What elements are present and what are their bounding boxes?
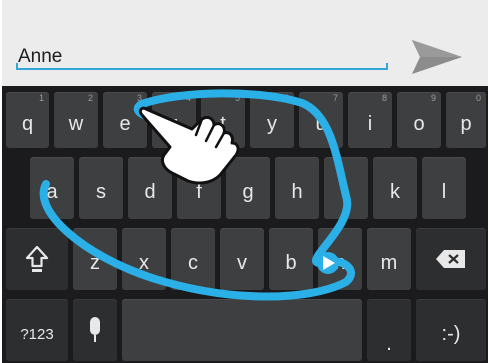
key-label: h — [291, 180, 303, 203]
key-hint: 5 — [234, 93, 240, 103]
key-label: o — [413, 112, 425, 135]
key-f[interactable]: f — [177, 157, 221, 219]
key-label: c — [188, 251, 198, 274]
key-o[interactable]: 9o — [397, 92, 441, 148]
space-bar[interactable] — [122, 299, 362, 361]
voice-input-key[interactable] — [73, 299, 117, 361]
key-label: i — [367, 112, 373, 135]
input-underline-tick-left — [16, 63, 18, 70]
key-label: w — [68, 112, 84, 135]
key-w[interactable]: 2w — [54, 92, 98, 148]
key-q[interactable]: 1q — [6, 92, 49, 148]
key-l[interactable]: l — [422, 157, 466, 219]
key-v[interactable]: v — [220, 228, 264, 290]
key-b[interactable]: b — [269, 228, 313, 290]
key-y[interactable]: 6y — [250, 92, 294, 148]
input-underline — [16, 68, 388, 70]
symbols-key-label: ?123 — [20, 325, 54, 343]
message-text: Anne — [18, 46, 63, 67]
key-d[interactable]: d — [128, 157, 172, 219]
key-s[interactable]: s — [79, 157, 123, 219]
smiley-key-label: :-) — [441, 322, 461, 345]
screen: Anne 1q 2w 3e 4r 5t 6y 7u 8i 9o 0p a s d… — [2, 0, 488, 363]
message-input[interactable]: Anne — [16, 42, 388, 70]
shift-key[interactable] — [6, 228, 68, 290]
microphone-icon — [90, 317, 100, 342]
send-icon — [412, 40, 462, 74]
key-m[interactable]: m — [367, 228, 411, 290]
key-label: f — [196, 180, 202, 203]
symbols-key[interactable]: ?123 — [6, 299, 68, 361]
period-key[interactable]: . — [367, 299, 411, 361]
key-label: m — [380, 251, 398, 274]
key-hint: 2 — [87, 93, 93, 103]
key-hint: 6 — [283, 93, 289, 103]
shift-icon — [25, 245, 49, 272]
key-k[interactable]: k — [373, 157, 417, 219]
period-key-label: . — [386, 332, 392, 355]
key-hint: 7 — [332, 93, 338, 103]
key-x[interactable]: x — [122, 228, 166, 290]
key-t[interactable]: 5t — [201, 92, 245, 148]
key-i[interactable]: 8i — [348, 92, 392, 148]
soft-keyboard: 1q 2w 3e 4r 5t 6y 7u 8i 9o 0p a s d f g … — [2, 86, 488, 363]
key-label: e — [119, 112, 131, 135]
key-label: j — [343, 180, 349, 203]
input-underline-tick-right — [386, 63, 388, 70]
key-label: x — [139, 251, 149, 274]
key-label: s — [96, 180, 106, 203]
backspace-icon — [436, 250, 465, 268]
compose-area: Anne — [2, 0, 488, 86]
key-label: k — [390, 180, 400, 203]
key-label: z — [90, 251, 100, 274]
key-label: u — [315, 112, 327, 135]
key-e[interactable]: 3e — [103, 92, 147, 148]
key-hint: 8 — [381, 93, 387, 103]
key-u[interactable]: 7u — [299, 92, 343, 148]
key-label: l — [441, 180, 447, 203]
key-n[interactable]: n — [318, 228, 362, 290]
key-label: b — [285, 251, 297, 274]
key-hint: 4 — [185, 93, 191, 103]
key-j[interactable]: j — [324, 157, 368, 219]
key-label: n — [334, 251, 346, 274]
key-hint: 1 — [38, 93, 44, 103]
key-label: r — [170, 112, 178, 135]
key-hint: 3 — [136, 93, 142, 103]
key-g[interactable]: g — [226, 157, 270, 219]
key-label: p — [460, 112, 472, 135]
key-h[interactable]: h — [275, 157, 319, 219]
key-label: g — [242, 180, 254, 203]
key-label: y — [267, 112, 277, 135]
key-r[interactable]: 4r — [152, 92, 196, 148]
send-button[interactable] — [404, 34, 468, 80]
key-label: a — [46, 180, 58, 203]
key-hint: 9 — [430, 93, 436, 103]
key-z[interactable]: z — [73, 228, 117, 290]
smiley-key[interactable]: :-) — [416, 299, 486, 361]
key-a[interactable]: a — [30, 157, 74, 219]
key-label: d — [144, 180, 156, 203]
key-label: v — [237, 251, 247, 274]
key-label: t — [220, 112, 226, 135]
key-p[interactable]: 0p — [446, 92, 486, 148]
key-label: q — [21, 112, 34, 135]
key-hint: 0 — [475, 93, 481, 103]
key-c[interactable]: c — [171, 228, 215, 290]
backspace-key[interactable] — [416, 228, 486, 290]
